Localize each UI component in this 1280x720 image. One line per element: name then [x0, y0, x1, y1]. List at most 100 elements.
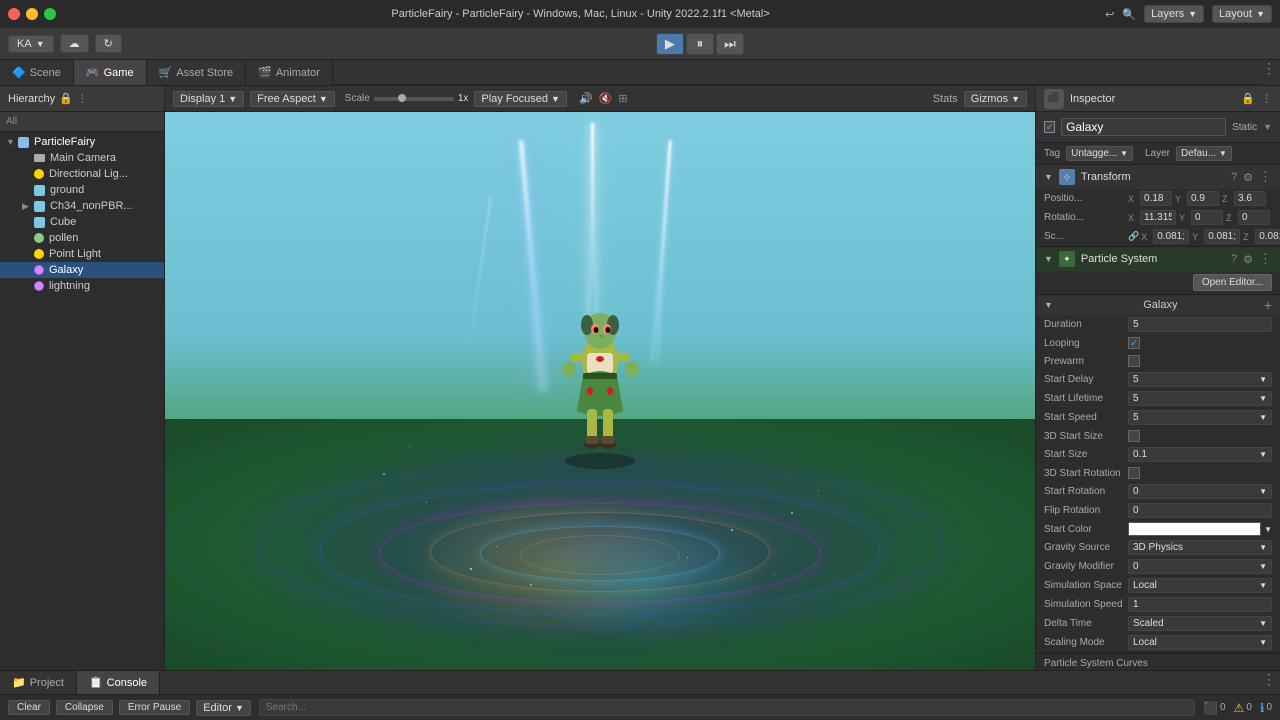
hierarchy-item-particlefairy[interactable]: ▼ ParticleFairy [0, 134, 164, 150]
layers-dropdown[interactable]: Layers ▼ [1144, 5, 1204, 23]
ps-more-icon[interactable]: ⋮ [1259, 251, 1272, 267]
rotation-z-field[interactable] [1238, 210, 1270, 225]
simulation-space-dropdown[interactable]: Local ▼ [1128, 578, 1272, 593]
stats-button[interactable]: Stats [933, 93, 958, 105]
mute-icon[interactable]: 🔇 [599, 92, 613, 105]
prewarm-checkbox[interactable] [1128, 355, 1140, 367]
transform-settings-icon[interactable]: ⚙ [1243, 171, 1253, 184]
color-dropdown-arrow-icon[interactable]: ▼ [1264, 525, 1272, 534]
start-lifetime-dropdown[interactable]: 5 ▼ [1128, 391, 1272, 406]
aspect-ratio-icon[interactable]: ⊞ [618, 92, 627, 105]
gameobject-name-field[interactable] [1061, 118, 1226, 136]
rotation-y-field[interactable] [1191, 210, 1223, 225]
start-speed-dropdown[interactable]: 5 ▼ [1128, 410, 1272, 425]
ps-add-icon[interactable]: + [1264, 297, 1272, 313]
gravity-modifier-dropdown[interactable]: 0 ▼ [1128, 559, 1272, 574]
particle-system-icon [34, 281, 44, 291]
hierarchy-item-maincamera[interactable]: ▶ Main Camera [0, 150, 164, 166]
account-button[interactable]: KA ▼ [8, 35, 54, 53]
transform-more-icon[interactable]: ⋮ [1259, 169, 1272, 185]
tab-scene[interactable]: 🔷 Scene [0, 60, 74, 85]
inspector-more-icon[interactable]: ⋮ [1261, 92, 1272, 105]
hierarchy-item-pollen[interactable]: ▶ pollen [0, 230, 164, 246]
looping-checkbox[interactable] [1128, 337, 1140, 349]
start-delay-row: Start Delay 5 ▼ [1036, 370, 1280, 389]
editor-dropdown[interactable]: Editor ▼ [196, 700, 251, 716]
collapse-button[interactable]: Collapse [56, 700, 113, 715]
gravity-source-dropdown[interactable]: 3D Physics ▼ [1128, 540, 1272, 555]
scale-y-field[interactable] [1204, 229, 1240, 244]
play-button[interactable]: ▶ [656, 33, 684, 55]
rotation-x-field[interactable] [1140, 210, 1176, 225]
delta-time-dropdown[interactable]: Scaled ▼ [1128, 616, 1272, 631]
ps-settings-icon[interactable]: ⚙ [1243, 253, 1253, 266]
refresh-button[interactable]: ↻ [95, 34, 122, 53]
viewport-toolbar: Display 1 ▼ Free Aspect ▼ Scale 1x Play … [165, 86, 1035, 112]
start-rotation-dropdown[interactable]: 0 ▼ [1128, 484, 1272, 499]
viewport-canvas[interactable] [165, 112, 1035, 670]
gameobject-enabled-checkbox[interactable] [1044, 121, 1055, 133]
scale-track[interactable] [374, 97, 454, 101]
cloud-button[interactable]: ☁ [60, 34, 89, 53]
tab-game[interactable]: 🎮 Game [74, 60, 147, 85]
3d-start-size-checkbox[interactable] [1128, 430, 1140, 442]
position-x-field[interactable] [1140, 191, 1172, 206]
undo-icon[interactable]: ↩ [1105, 8, 1114, 21]
static-arrow-icon[interactable]: ▼ [1263, 122, 1272, 132]
open-editor-button[interactable]: Open Editor... [1193, 274, 1272, 291]
start-size-value: 0.1 [1133, 449, 1147, 460]
aspect-dropdown[interactable]: Free Aspect ▼ [250, 91, 335, 107]
inspector-lock-icon[interactable]: 🔒 [1241, 92, 1255, 105]
bottom-more-button[interactable]: ⋮ [1258, 671, 1280, 694]
hierarchy-item-galaxy[interactable]: ▶ Galaxy [0, 262, 164, 278]
start-color-swatch[interactable] [1128, 522, 1261, 536]
tab-asset-store[interactable]: 🛒 Asset Store [147, 60, 247, 85]
simulation-speed-field[interactable] [1128, 597, 1272, 612]
tab-project[interactable]: 📁 Project [0, 671, 77, 694]
hierarchy-item-directionallight[interactable]: ▶ Directional Lig... [0, 166, 164, 182]
display-dropdown[interactable]: Display 1 ▼ [173, 91, 244, 107]
search-icon[interactable]: 🔍 [1122, 8, 1136, 21]
minimize-button[interactable] [26, 8, 38, 20]
pause-button[interactable]: ⏸ [686, 33, 714, 55]
scale-z-field[interactable] [1255, 229, 1280, 244]
close-button[interactable] [8, 8, 20, 20]
hierarchy-lock-icon[interactable]: 🔒 [59, 92, 73, 105]
start-delay-dropdown[interactable]: 5 ▼ [1128, 372, 1272, 387]
step-button[interactable]: ⏭ [716, 33, 744, 55]
tab-animator[interactable]: 🎬 Animator [246, 60, 333, 85]
layer-dropdown[interactable]: Defau... ▼ [1176, 146, 1232, 161]
audio-icon[interactable]: 🔊 [579, 92, 593, 105]
3d-start-rotation-checkbox[interactable] [1128, 467, 1140, 479]
scale-xyz: 🔗 X Y Z [1128, 229, 1280, 244]
scaling-mode-dropdown[interactable]: Local ▼ [1128, 635, 1272, 650]
hierarchy-item-lightning[interactable]: ▶ lightning [0, 278, 164, 294]
clear-button[interactable]: Clear [8, 700, 50, 715]
ps-galaxy-section[interactable]: ▼ Galaxy + [1036, 295, 1280, 315]
flip-rotation-field[interactable] [1128, 503, 1272, 518]
hierarchy-more-icon[interactable]: ⋮ [77, 92, 88, 105]
transform-help-icon[interactable]: ? [1231, 171, 1237, 183]
duration-field[interactable] [1128, 317, 1272, 332]
console-search-field[interactable] [259, 699, 1195, 716]
play-focused-dropdown[interactable]: Play Focused ▼ [474, 91, 567, 107]
position-z-field[interactable] [1234, 191, 1266, 206]
transform-header[interactable]: ▼ ⊹ Transform ? ⚙ ⋮ [1036, 165, 1280, 189]
scale-x-field[interactable] [1153, 229, 1189, 244]
particle-system-header[interactable]: ▼ ✦ Particle System ? ⚙ ⋮ [1036, 247, 1280, 271]
start-color-label: Start Color [1044, 524, 1124, 535]
position-y-field[interactable] [1187, 191, 1219, 206]
maximize-button[interactable] [44, 8, 56, 20]
gizmos-dropdown[interactable]: Gizmos ▼ [964, 91, 1027, 107]
error-pause-button[interactable]: Error Pause [119, 700, 190, 715]
hierarchy-item-pointlight[interactable]: ▶ Point Light [0, 246, 164, 262]
tabs-more-button[interactable]: ⋮ [1258, 60, 1280, 85]
hierarchy-item-cube[interactable]: ▶ Cube [0, 214, 164, 230]
hierarchy-item-ground[interactable]: ▶ ground [0, 182, 164, 198]
start-size-dropdown[interactable]: 0.1 ▼ [1128, 447, 1272, 462]
tag-dropdown[interactable]: Untagge... ▼ [1066, 146, 1133, 161]
tab-console[interactable]: 📋 Console [77, 671, 160, 694]
layout-dropdown[interactable]: Layout ▼ [1212, 5, 1272, 23]
ps-help-icon[interactable]: ? [1231, 253, 1237, 265]
hierarchy-item-ch34[interactable]: ▶ Ch34_nonPBR... [0, 198, 164, 214]
